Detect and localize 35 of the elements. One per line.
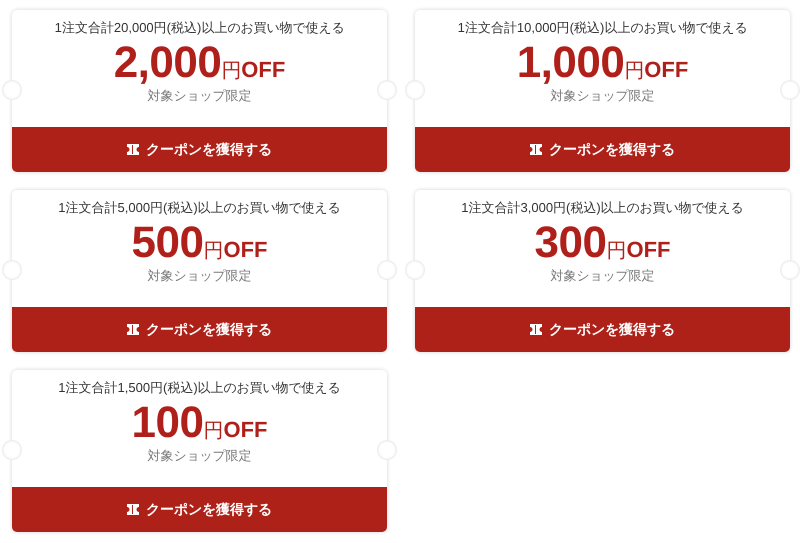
coupon-scope: 対象ショップ限定 <box>148 447 252 465</box>
discount-amount: 300 <box>534 219 606 267</box>
off-label: OFF <box>644 57 688 83</box>
currency-unit: 円 <box>221 59 242 84</box>
coupon-condition: 1注文合計10,000円(税込)以上のお買い物で使える <box>458 19 748 37</box>
coupon-condition: 1注文合計3,000円(税込)以上のお買い物で使える <box>461 199 744 217</box>
discount-amount: 500 <box>132 219 204 267</box>
off-label: OFF <box>241 57 286 83</box>
get-coupon-button[interactable]: クーポンを獲得する <box>12 307 387 352</box>
coupon-condition: 1注文合計5,000円(税込)以上のお買い物で使える <box>58 199 341 217</box>
discount-amount: 1,000 <box>516 39 624 87</box>
coupon-scope: 対象ショップ限定 <box>148 267 252 285</box>
currency-unit: 円 <box>203 419 224 444</box>
currency-unit: 円 <box>203 239 224 264</box>
coupon-condition: 1注文合計20,000円(税込)以上のお買い物で使える <box>54 19 344 37</box>
currency-unit: 円 <box>606 239 626 264</box>
discount-amount: 100 <box>132 399 204 447</box>
coupon-scope: 対象ショップ限定 <box>148 87 252 105</box>
off-label: OFF <box>223 417 268 443</box>
get-coupon-button[interactable]: クーポンを獲得する <box>415 307 790 352</box>
get-coupon-button[interactable]: クーポンを獲得する <box>12 487 387 532</box>
discount-amount: 2,000 <box>114 39 222 87</box>
get-coupon-button[interactable]: クーポンを獲得する <box>12 127 387 172</box>
ticket-icon <box>127 324 139 335</box>
ticket-icon <box>127 144 139 155</box>
ticket-icon <box>127 504 139 515</box>
ticket-icon <box>530 144 542 155</box>
coupon-scope: 対象ショップ限定 <box>550 267 654 285</box>
coupon-scope: 対象ショップ限定 <box>550 87 654 105</box>
off-label: OFF <box>626 237 670 263</box>
coupon-condition: 1注文合計1,500円(税込)以上のお買い物で使える <box>58 379 341 397</box>
get-coupon-button[interactable]: クーポンを獲得する <box>415 127 790 172</box>
ticket-icon <box>530 324 542 335</box>
off-label: OFF <box>223 237 268 263</box>
currency-unit: 円 <box>624 59 644 84</box>
